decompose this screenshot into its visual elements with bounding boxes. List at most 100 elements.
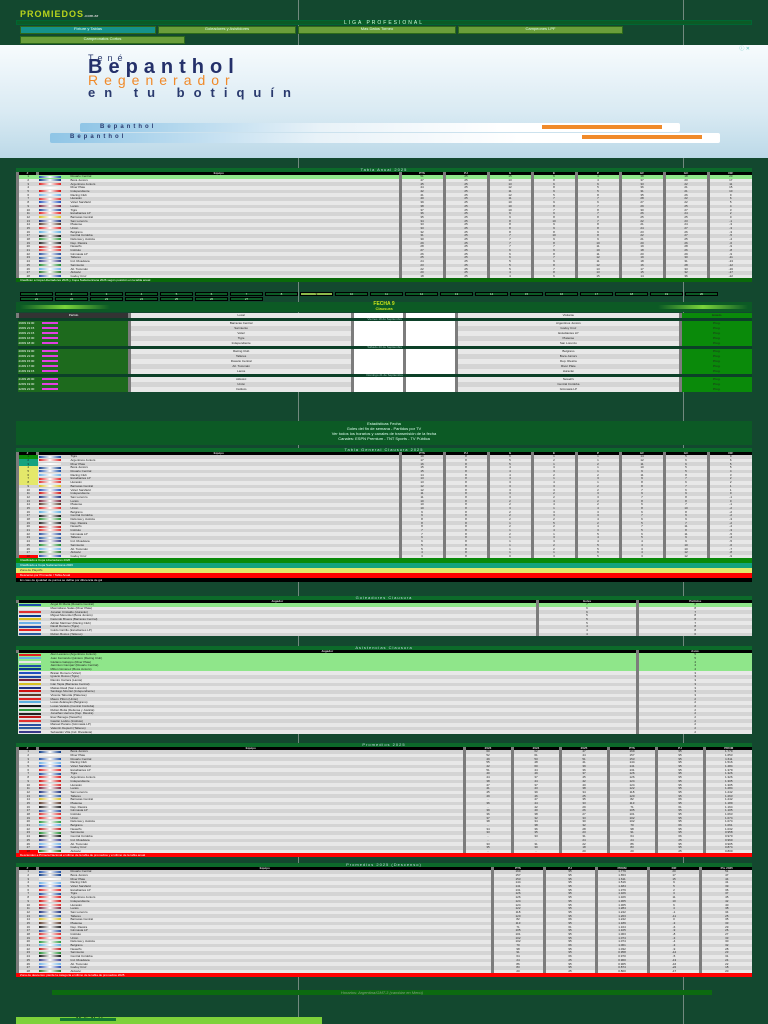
matchday-button[interactable]: 26 [195,297,228,301]
timezone-note[interactable]: Horarios: Argentina/GMT-3 (cambiar en Me… [52,990,712,995]
standings-table: # Equipo PTS PJ G E P GF GC DIF 1 Tigre 19 8 6 1 1 14 5 9 2 A… [16,452,752,559]
team-crest-icon [38,212,61,215]
matchday-button[interactable]: 12 [405,292,438,296]
team-crest-icon [18,664,41,667]
player-name: Sebastián Villa (Ind. Rivadavia) [50,730,93,734]
player-row[interactable]: Rubén Bustos (Talleres) 4 6 [17,632,752,637]
matchday-button[interactable]: 7 [230,292,263,296]
team-crest-icon [38,547,61,550]
team-crest-icon [18,668,41,671]
matchday-button[interactable]: 19 [650,292,683,296]
team-crest-icon [18,719,41,722]
team-crest-icon [38,507,61,510]
tab-campeonatos-cortos[interactable]: Campeonatos Cortos [20,36,185,44]
player-cell[interactable]: Sebastián Villa (Ind. Rivadavia) [17,730,637,735]
away-team[interactable]: Gimnasia LP [455,387,680,392]
home-score [351,387,405,392]
matchday-button[interactable]: 14 [475,292,508,296]
matchday-info: Estadísticas Fecha Goles del fin de seman… [16,421,752,445]
match-status: Prog. [678,387,752,392]
team-crest-icon [38,809,61,812]
match-time: 20/09 19:00 [18,349,35,353]
team-crest-icon [38,918,61,921]
team-crest-icon [38,813,61,816]
team-crest-icon [18,690,41,693]
matchday-button[interactable]: 8 [265,292,298,296]
tab-campeones[interactable]: Campeones LPF [458,26,623,34]
team-crest-icon [38,521,61,524]
matchday-button[interactable]: 10 [335,292,368,296]
team-crest-icon [38,791,61,794]
table-legend: Clasificado a Copa Libertadores 2026 Clas… [16,558,752,579]
relegation-table: Promedios 2025 (Descenso) # Equipo PTS PJ PRO… [16,863,752,978]
team-crest-icon [38,929,61,932]
team-crest-icon [38,514,61,517]
match-time: 20/09 21:00 [18,354,35,358]
matchday-button[interactable]: 17 [580,292,613,296]
team-crest-icon [38,536,61,539]
team-name: Godoy Cruz [70,554,87,558]
team-crest-icon [38,951,61,954]
team-crest-icon [38,850,61,853]
matchday-button[interactable]: 5 [160,292,193,296]
match-row[interactable]: 22/09 21:00 Instituto Gimnasia LP Prog. [17,387,752,392]
match-time: 19/09 21:15 [18,331,35,335]
team-crest-icon [18,708,41,711]
tab-fixture[interactable]: Fixture y Tablas [20,26,156,34]
matchday-button[interactable]: 4 [125,292,158,296]
matchday-button[interactable]: 3 [90,292,123,296]
team-crest-icon [18,618,41,621]
tv-channel-icon [42,337,59,340]
ad-close-icon[interactable]: ⓘ ✕ [739,45,750,52]
home-team[interactable]: Instituto [127,387,353,392]
matchday-button[interactable]: 21 [20,297,53,301]
matchday-button[interactable]: 11 [370,292,403,296]
team-crest-icon [38,900,61,903]
matchday-button[interactable]: 9 [300,292,333,296]
team-crest-icon [38,481,61,484]
team-crest-icon [38,824,61,827]
player-cell[interactable]: Rubén Bustos (Talleres) [17,632,537,637]
menu-button[interactable]: MENU [16,1017,322,1024]
team-crest-icon [38,525,61,528]
team-crest-icon [38,540,61,543]
matchday-button[interactable]: 6 [195,292,228,296]
team-crest-icon [38,459,61,462]
ad-banner[interactable]: ⓘ ✕ Tené Bepanthol Regenerador en tu bot… [0,45,768,158]
away-score [403,387,457,392]
team-crest-icon [18,701,41,704]
team-crest-icon [18,675,41,678]
league-title: LIGA PROFESIONAL [16,20,752,26]
team-crest-icon [38,208,61,211]
matchday-button[interactable]: 1 [20,292,53,296]
matchday-button[interactable]: 23 [90,297,123,301]
team-crest-icon [38,186,61,189]
tab-goleadores[interactable]: Goleadores y Asistidores [158,26,296,34]
players-table: Jugador Goles Partidos Ángel Di María (Rosa… [16,600,752,637]
next-matchday-arrow-icon[interactable] [658,305,748,309]
team-crest-icon [38,955,61,958]
matchday-button[interactable]: 18 [615,292,648,296]
matchday-button[interactable]: 16 [545,292,578,296]
matchday-button[interactable]: 2 [55,292,88,296]
team-crest-icon [38,892,61,895]
team-crest-icon [38,944,61,947]
matchday-button[interactable]: 24 [125,297,158,301]
team-crest-icon [38,933,61,936]
matchday-button[interactable]: 20 [685,292,718,296]
team-crest-icon [18,730,41,733]
site-logo[interactable]: PROMIEDOS.com.ar [20,10,98,20]
team-crest-icon [38,754,61,757]
team-crest-icon [38,870,61,873]
product-tube-image: Bepanthol [80,123,680,132]
matchday-button[interactable]: 25 [160,297,193,301]
tab-mas-datos[interactable]: Mas Datos Torneo [298,26,456,34]
matchday-button[interactable]: 15 [510,292,543,296]
player-row[interactable]: Sebastián Villa (Ind. Rivadavia) 2 [17,730,752,735]
matchday-button[interactable]: 22 [55,297,88,301]
matchday-button[interactable]: 13 [440,292,473,296]
matchday-button[interactable]: 27 [230,297,263,301]
team-crest-icon [38,485,61,488]
info-line[interactable]: Canales: ESPN Premium - TNT Sports - TV … [16,436,752,441]
prev-matchday-arrow-icon[interactable] [20,305,110,309]
